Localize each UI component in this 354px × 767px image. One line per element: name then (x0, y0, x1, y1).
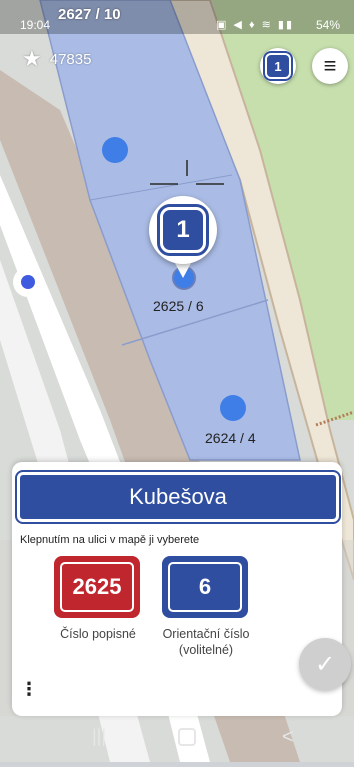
battery-level: 54% (315, 18, 340, 32)
orientation-number-label-line1: Orientační číslo (162, 627, 250, 641)
mode-badge-button[interactable]: 1 (260, 48, 296, 84)
address-bottom-sheet: Kubešova Klepnutím na ulici v mapě ji vy… (12, 462, 342, 716)
score-value: 47835 (49, 50, 92, 68)
map-house-label-selected: 2625 / 6 (153, 298, 204, 314)
hamburger-menu-icon: ≡ (323, 53, 337, 78)
street-select-hint: Klepnutím na ulici v mapě ji vyberete (20, 534, 200, 546)
more-options-button[interactable]: ⋮ (20, 680, 38, 698)
orientation-number-label-line2: (volitelné) (178, 643, 234, 657)
map-address-dot[interactable] (220, 395, 246, 421)
home-icon[interactable] (178, 728, 196, 746)
confirm-button[interactable]: ✓ (299, 638, 351, 690)
more-vert-icon: ⋮ (20, 679, 38, 699)
orientation-number-value: 6 (168, 562, 242, 612)
conscription-number-value: 2625 (60, 562, 134, 612)
conscription-number-label: Číslo popisné (60, 627, 136, 641)
check-icon: ✓ (314, 650, 336, 678)
status-time: 19:04 (20, 18, 51, 32)
house-number-badge-icon: 1 (157, 204, 209, 256)
menu-button[interactable]: ≡ (312, 48, 348, 84)
recents-icon[interactable]: ||| (92, 726, 106, 747)
map-house-label-neighbor: 2624 / 4 (205, 430, 256, 446)
street-name-sign[interactable]: Kubešova (15, 470, 341, 524)
house-number-badge-icon: 1 (263, 51, 293, 81)
system-icons: ▣ ◀ ♦ ≋ ▮▮ (215, 19, 294, 31)
back-icon[interactable]: < (282, 726, 294, 749)
location-pin[interactable]: 1 (149, 196, 217, 288)
orientation-number-plate[interactable]: 6 (162, 556, 248, 618)
status-bar: 19:04 2627 / 10 ▣ ◀ ♦ ≋ ▮▮ 54% (0, 0, 354, 34)
pin-head: 1 (149, 196, 217, 264)
map-house-label-top: 2627 / 10 (58, 6, 121, 23)
conscription-number-plate[interactable]: 2625 (54, 556, 140, 618)
system-navigation-bar: ||| < (0, 716, 354, 762)
star-icon: ★ (22, 46, 42, 71)
map-address-dot[interactable] (102, 137, 128, 163)
orientation-number-label: Orientační číslo (volitelné) (152, 626, 260, 658)
score-display: ★ 47835 (22, 48, 91, 70)
